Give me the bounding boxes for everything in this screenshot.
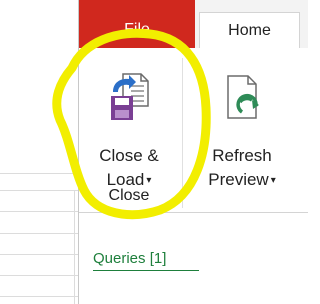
- worksheet-grid: [0, 0, 79, 304]
- grid-line: [0, 233, 79, 234]
- tab-file-background: [79, 0, 195, 12]
- grid-line: [0, 254, 79, 255]
- grid-line: [74, 190, 75, 304]
- grid-line: [0, 296, 79, 297]
- grid-line: [0, 190, 79, 191]
- close-load-icon: [111, 73, 149, 120]
- ribbon-home-panel: Close & Load ▾ Refresh Preview ▾ Close: [79, 48, 308, 213]
- group-label-close: Close: [108, 187, 150, 204]
- tab-file[interactable]: File: [79, 12, 195, 48]
- tab-home[interactable]: Home: [199, 12, 300, 48]
- refresh-preview-button[interactable]: Refresh Preview ▾: [192, 72, 292, 193]
- refresh-preview-icon: [227, 75, 259, 119]
- queries-pane-title[interactable]: Queries [1]: [93, 250, 166, 267]
- grid-line: [0, 211, 79, 212]
- close-load-label: Close & Load ▾: [99, 146, 159, 189]
- close-load-button[interactable]: Close & Load ▾: [79, 72, 179, 193]
- chevron-down-icon: ▾: [146, 174, 152, 186]
- grid-line: [0, 173, 79, 174]
- chevron-down-icon: ▾: [270, 174, 276, 186]
- group-separator: [182, 58, 183, 208]
- refresh-preview-label: Refresh Preview ▾: [208, 146, 276, 189]
- queries-underline: [93, 270, 199, 271]
- grid-line: [0, 275, 79, 276]
